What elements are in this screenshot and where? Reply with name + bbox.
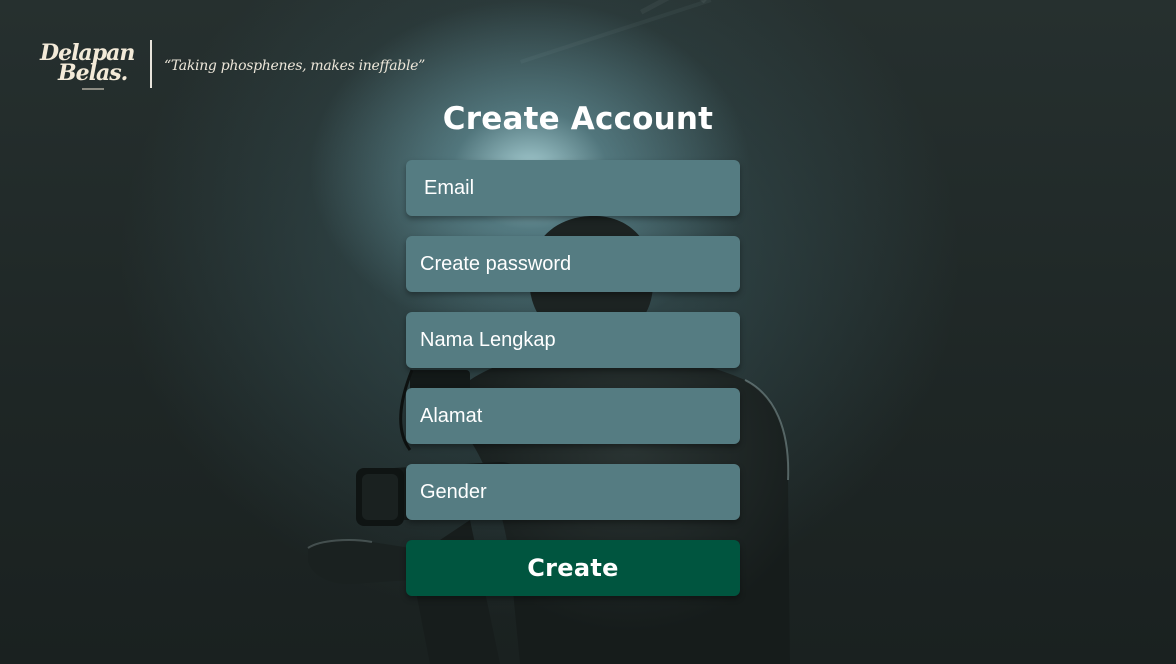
full-name-field-container xyxy=(406,312,740,368)
brand-tagline: “Taking phosphenes, makes ineffable” xyxy=(164,58,425,74)
password-field-container xyxy=(406,236,740,292)
address-field-container xyxy=(406,388,740,444)
header-divider xyxy=(150,40,152,88)
full-name-field[interactable] xyxy=(406,312,740,368)
logo-underline xyxy=(82,88,104,90)
password-field[interactable] xyxy=(406,236,740,292)
address-field[interactable] xyxy=(406,388,740,444)
logo-text-line2: Belas. xyxy=(58,60,128,86)
email-field[interactable] xyxy=(406,160,740,216)
email-field-container xyxy=(406,160,740,216)
gender-field-container xyxy=(406,464,740,520)
gender-field[interactable] xyxy=(406,464,740,520)
page-title: Create Account xyxy=(442,101,714,137)
brand-logo: Delapan Belas. xyxy=(38,40,138,92)
create-account-page: Delapan Belas. “Taking phosphenes, makes… xyxy=(0,0,1176,664)
create-account-button[interactable]: Create xyxy=(406,540,740,596)
